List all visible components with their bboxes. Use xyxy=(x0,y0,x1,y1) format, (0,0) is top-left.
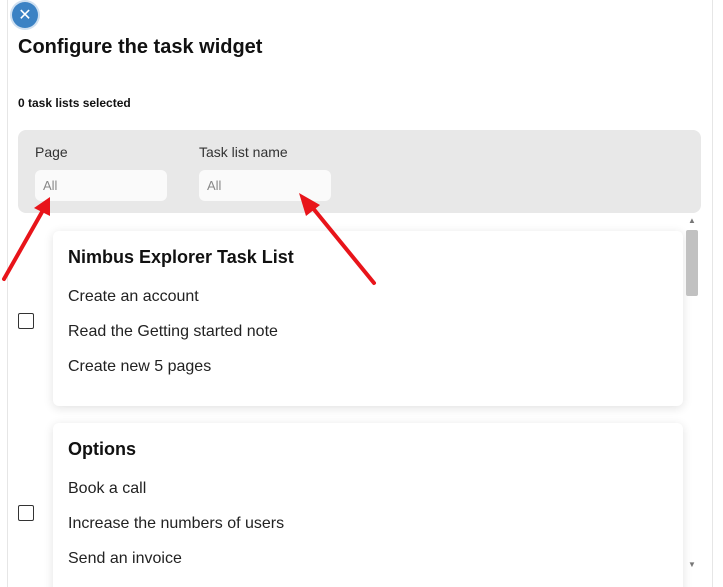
task-item: Increase the numbers of users xyxy=(68,515,285,532)
task-list-checkbox[interactable] xyxy=(18,505,34,521)
task-item: Send an invoice xyxy=(68,550,182,567)
close-button[interactable]: ✕ xyxy=(12,2,38,28)
page-filter-input[interactable] xyxy=(35,170,167,201)
scroll-up-icon[interactable]: ▲ xyxy=(687,216,697,226)
task-item: Read the Getting started note xyxy=(68,323,278,340)
task-list-card[interactable]: Nimbus Explorer Task List Create an acco… xyxy=(53,231,683,406)
vertical-scrollbar[interactable]: ▲ ▼ xyxy=(685,214,699,573)
selected-count: 0 task lists selected xyxy=(18,96,131,110)
scroll-down-icon[interactable]: ▼ xyxy=(687,560,697,570)
task-list-title: Nimbus Explorer Task List xyxy=(68,247,294,267)
filter-bar: Page Task list name xyxy=(18,130,701,213)
task-item: Book a call xyxy=(68,480,147,497)
task-item: Create an account xyxy=(68,288,199,305)
scrollbar-thumb[interactable] xyxy=(686,230,698,296)
task-list-title: Options xyxy=(68,439,136,459)
dialog-title: Configure the task widget xyxy=(18,36,263,58)
close-icon: ✕ xyxy=(18,7,32,24)
task-list-card[interactable]: Options Book a call Increase the numbers… xyxy=(53,423,683,587)
task-list-scroll-area[interactable]: Nimbus Explorer Task List Create an acco… xyxy=(18,214,701,587)
page-filter-label: Page xyxy=(35,144,68,160)
task-item: Create new 5 pages xyxy=(68,358,212,375)
task-list-name-filter-input[interactable] xyxy=(199,170,331,201)
task-list-name-filter-label: Task list name xyxy=(199,144,288,160)
task-list-checkbox[interactable] xyxy=(18,313,34,329)
